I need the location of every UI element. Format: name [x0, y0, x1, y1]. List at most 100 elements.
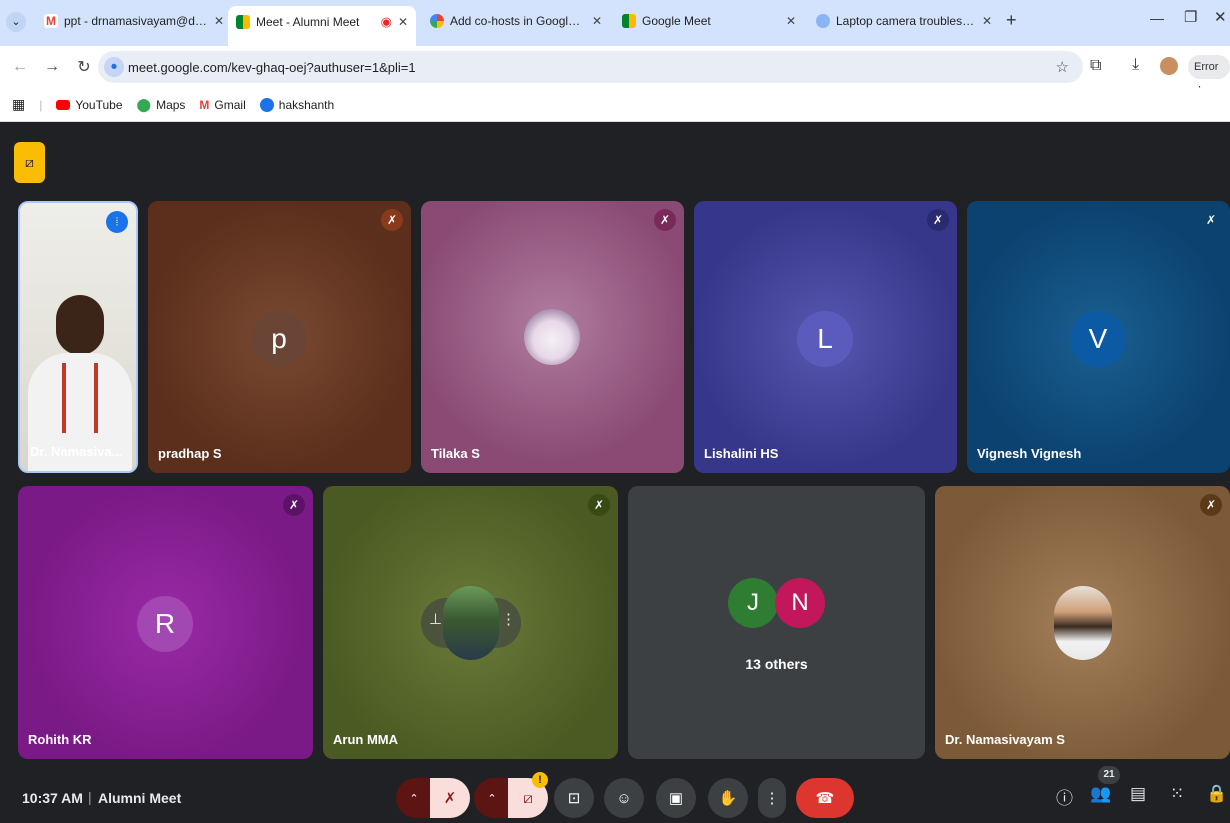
gmail-icon: M: [199, 97, 210, 112]
tab-search-icon[interactable]: ⌄: [6, 12, 26, 32]
tab-add-cohosts[interactable]: Add co-hosts in Google Meet - ✕: [422, 6, 610, 36]
address-bar[interactable]: ⏺ meet.google.com/kev-ghaq-oej?authuser=…: [98, 51, 1083, 83]
chrome-icon: [816, 14, 830, 28]
maps-pin-icon: ⬤: [136, 96, 152, 112]
people-icon[interactable]: 👥: [1090, 784, 1111, 804]
avatar-initial: J: [747, 589, 759, 616]
participant-name: Arun MMA: [333, 732, 398, 747]
participant-name: Tilaka S: [431, 446, 480, 461]
profile-avatar[interactable]: [1160, 57, 1178, 75]
participant-tile[interactable]: ✗ p pradhap S: [148, 201, 411, 473]
mic-off-icon: ✗: [654, 209, 676, 231]
youtube-icon: [56, 99, 71, 110]
pin-icon[interactable]: ⊥: [429, 610, 442, 628]
apps-grid-icon[interactable]: ▦: [12, 96, 25, 113]
bookmarks-bar: ▦ | YouTube ⬤ Maps M Gmail hakshanth: [0, 88, 1230, 122]
video-options-button[interactable]: ⌃: [474, 778, 510, 818]
bookmark-label: Maps: [156, 97, 186, 112]
reactions-button[interactable]: ☺: [604, 778, 644, 818]
extensions-icon[interactable]: ⧉: [1090, 57, 1101, 75]
participant-avatar: p: [251, 311, 307, 367]
close-icon[interactable]: ✕: [982, 14, 992, 28]
participant-avatar: V: [1070, 311, 1126, 367]
participant-name: Lishalini HS: [704, 446, 779, 461]
present-screen-button[interactable]: ⊡: [554, 778, 594, 818]
raise-hand-button[interactable]: ✋: [708, 778, 748, 818]
person-head: [56, 295, 104, 355]
close-icon[interactable]: ✕: [398, 15, 408, 29]
participant-tile[interactable]: ✗ V Vignesh Vignesh: [967, 201, 1230, 473]
participant-avatar: N: [775, 578, 825, 628]
more-vert-icon: ⋮: [764, 790, 780, 807]
close-window-icon[interactable]: ✕: [1214, 8, 1227, 26]
tab-google-meet[interactable]: Google Meet ✕: [614, 6, 804, 36]
bookmark-hakshanth[interactable]: hakshanth: [259, 97, 334, 112]
participant-tile-others[interactable]: J N 13 others: [628, 486, 925, 759]
bookmark-gmail[interactable]: M Gmail: [199, 98, 245, 112]
lanyard: [62, 363, 98, 433]
more-options-icon[interactable]: ⋮: [501, 610, 516, 628]
error-button[interactable]: Error ⋮: [1188, 55, 1230, 97]
minimize-icon[interactable]: —: [1150, 10, 1164, 26]
restore-icon[interactable]: ❐: [1184, 8, 1197, 26]
participant-tile[interactable]: ✗ ⊥ ⋮ Arun MMA: [323, 486, 618, 759]
chat-icon[interactable]: ▤: [1130, 784, 1146, 804]
mic-off-icon: ✗: [283, 494, 305, 516]
mic-off-icon: ✗: [1200, 494, 1222, 516]
google-icon: [430, 14, 444, 28]
participant-tile[interactable]: ✗ L Lishalini HS: [694, 201, 957, 473]
tab-gmail[interactable]: M ppt - drnamasivayam@drngpa ✕: [36, 6, 232, 36]
site-info-icon[interactable]: ⏺: [104, 57, 124, 77]
forward-icon[interactable]: →: [36, 58, 68, 76]
reload-icon[interactable]: ↻: [68, 57, 100, 77]
meet-icon: [236, 15, 250, 29]
participant-count-badge: 21: [1098, 766, 1120, 784]
close-icon[interactable]: ✕: [786, 14, 796, 28]
close-icon[interactable]: ✕: [592, 14, 602, 28]
more-options-button[interactable]: ⋮: [758, 778, 786, 818]
participant-avatar: R: [137, 596, 193, 652]
participant-avatar: J: [728, 578, 778, 628]
mic-off-icon: ✗: [588, 494, 610, 516]
audio-options-button[interactable]: ⌃: [396, 778, 432, 818]
meeting-time: 10:37 AM: [22, 790, 83, 806]
tab-meet-alumni[interactable]: Meet - Alumni Meet ◉ ✕: [228, 6, 416, 46]
participant-tile[interactable]: ✗ Dr. Namasivayam S: [935, 486, 1230, 759]
others-count-label: 13 others: [745, 656, 808, 672]
error-label: Error: [1194, 61, 1219, 73]
browser-tabbar: ⌄ M ppt - drnamasivayam@drngpa ✕ Meet - …: [0, 0, 1230, 46]
mic-off-icon: ✗: [927, 209, 949, 231]
bookmark-star-icon[interactable]: ☆: [1056, 58, 1069, 76]
divider: |: [88, 789, 92, 805]
hand-icon: ✋: [718, 790, 738, 807]
participant-tile[interactable]: ✗ R Rohith KR: [18, 486, 313, 759]
new-tab-button[interactable]: +: [1006, 10, 1017, 31]
mic-off-icon: ✗: [1205, 213, 1217, 227]
participant-tile[interactable]: ✗ Tilaka S: [421, 201, 684, 473]
tab-laptop-camera[interactable]: Laptop camera troubleshooting ✕: [808, 6, 1000, 36]
back-icon[interactable]: ←: [4, 58, 36, 76]
captions-button[interactable]: ▣: [656, 778, 696, 818]
avatar-initial: R: [154, 608, 176, 639]
host-controls-icon[interactable]: 🔒: [1206, 784, 1227, 804]
participant-avatar: [1054, 586, 1112, 660]
tab-title: Laptop camera troubleshooting: [836, 14, 976, 28]
bookmark-maps[interactable]: ⬤ Maps: [137, 97, 186, 113]
participant-tile[interactable]: ⦙ Dr. Namasiva...: [18, 201, 138, 473]
tab-title: Add co-hosts in Google Meet -: [450, 14, 586, 28]
meeting-details-icon[interactable]: ⓘ: [1056, 784, 1073, 809]
bookmark-youtube[interactable]: YouTube: [56, 98, 123, 112]
mic-toggle-button[interactable]: ✗: [430, 778, 470, 818]
hang-up-icon: ☎: [815, 790, 835, 807]
download-icon[interactable]: ⤓: [1132, 56, 1139, 74]
meeting-name: Alumni Meet: [98, 790, 182, 806]
meet-stage: ⧄ ⦙ Dr. Namasiva... ✗ p pradhap S ✗ Tila…: [0, 123, 1230, 823]
camera-off-badge[interactable]: ⧄: [14, 142, 45, 183]
close-icon[interactable]: ✕: [214, 14, 224, 28]
present-icon: ⊡: [567, 790, 581, 807]
activities-icon[interactable]: ⁙: [1170, 784, 1184, 804]
participant-name: pradhap S: [158, 446, 222, 461]
speaking-indicator-icon: ⦙: [106, 211, 128, 233]
avatar-initial: N: [791, 589, 809, 616]
leave-call-button[interactable]: ☎: [796, 778, 854, 818]
